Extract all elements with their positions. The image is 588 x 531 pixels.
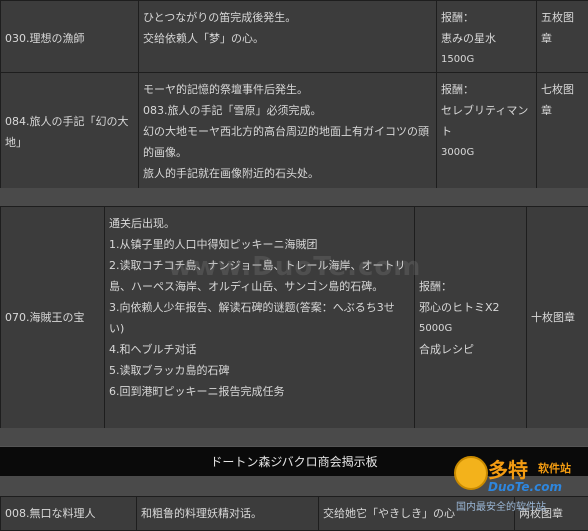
section-gap [0,428,588,446]
quest-description: モーヤ的記憶的祭壇事件后発生。 083.旅人の手記「雪原」必须完成。 幻の大地モ… [139,73,437,191]
quest-task: 交给她它「やきしき」の心 [319,497,515,531]
quest-stamp: 两枚图章 [515,497,588,531]
quest-reward: 报酬： セレブリティマント 3000G [437,73,537,191]
quest-stamp: 十枚图章 [527,207,588,429]
quest-name: 030.理想の漁師 [1,1,139,77]
quest-reward: 报酬： 恵みの星水 1500G [437,1,537,77]
section-banner: ドートン森ジバクロ商会揭示板 [0,446,588,478]
quest-description: 通关后出现。 1.从镇子里的人口中得知ピッキーニ海賊团 2.读取コチコチ島、ナン… [105,207,415,429]
quest-row: 084.旅人の手記「幻の大地」 モーヤ的記憶的祭壇事件后発生。 083.旅人の手… [0,72,588,191]
quest-description: 和粗鲁的料理妖精对话。 [137,497,319,531]
quest-name: 084.旅人の手記「幻の大地」 [1,73,139,191]
quest-row: 030.理想の漁師 ひとつながりの笛完成後発生。 交给依赖人「梦」の心。 报酬：… [0,0,588,77]
quest-name: 008.無口な料理人 [1,497,137,531]
quest-name: 070.海賊王の宝 [1,207,105,429]
quest-description: ひとつながりの笛完成後発生。 交给依赖人「梦」の心。 [139,1,437,77]
quest-reward: 报酬： 邪心のヒトミX2 5000G 合成レシピ [415,207,527,429]
quest-stamp: 五枚图章 [537,1,588,77]
quest-stamp: 七枚图章 [537,73,588,191]
quest-row: 008.無口な料理人 和粗鲁的料理妖精对话。 交给她它「やきしき」の心 两枚图章 [0,496,588,531]
section-gap [0,476,588,496]
quest-row: 070.海賊王の宝 通关后出现。 1.从镇子里的人口中得知ピッキーニ海賊团 2.… [0,206,588,429]
section-gap [0,188,588,206]
